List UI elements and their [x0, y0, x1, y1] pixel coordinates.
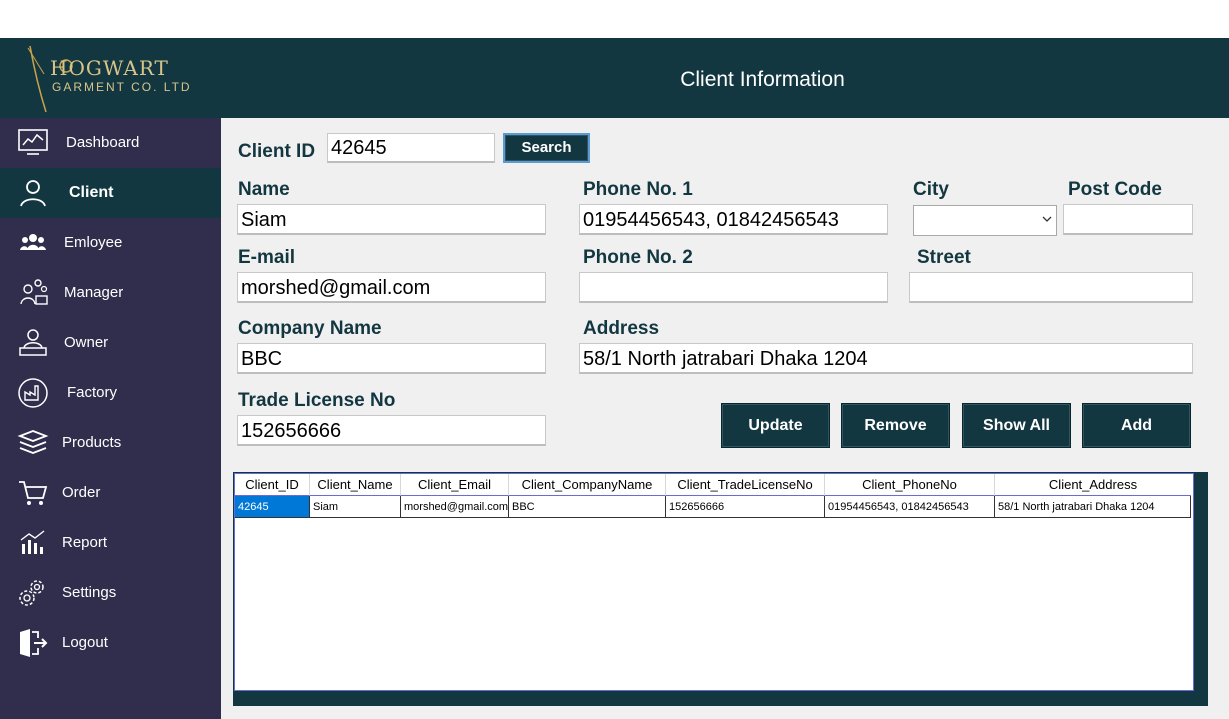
sidebar: HOGWART GARMENT CO. LTD Dashboard Client	[0, 38, 221, 719]
sidebar-item-factory[interactable]: Factory	[0, 368, 221, 418]
sidebar-item-settings[interactable]: Settings	[0, 568, 221, 618]
client-table[interactable]: Client_ID Client_Name Client_Email Clien…	[233, 472, 1208, 706]
sidebar-item-dashboard[interactable]: Dashboard	[0, 118, 221, 168]
remove-button[interactable]: Remove	[841, 403, 950, 448]
group-icon	[20, 234, 46, 250]
chevron-down-icon	[1042, 216, 1052, 222]
report-icon	[20, 530, 45, 554]
add-button[interactable]: Add	[1082, 403, 1191, 448]
client-id-label: Client ID	[238, 141, 316, 162]
products-icon	[17, 430, 49, 454]
column-header[interactable]: Client_PhoneNo	[825, 474, 995, 496]
table-cell[interactable]: BBC	[509, 496, 666, 518]
table-row[interactable]: 42645 Siam morshed@gmail.com BBC 1526566…	[235, 496, 1191, 518]
column-header[interactable]: Client_Name	[310, 474, 401, 496]
postcode-input[interactable]	[1063, 204, 1193, 235]
table-cell[interactable]: Siam	[310, 496, 401, 518]
company-logo: HOGWART GARMENT CO. LTD	[0, 38, 221, 118]
sidebar-item-label: Settings	[62, 584, 117, 601]
sidebar-item-label: Owner	[64, 334, 109, 351]
sidebar-item-products[interactable]: Products	[0, 418, 221, 468]
sidebar-item-owner[interactable]: Owner	[0, 318, 221, 368]
user-icon	[20, 180, 46, 207]
column-header[interactable]: Client_Address	[995, 474, 1191, 496]
street-input[interactable]	[909, 272, 1193, 303]
column-header[interactable]: Client_CompanyName	[509, 474, 666, 496]
table-body-area[interactable]: Client_ID Client_Name Client_Email Clien…	[234, 473, 1194, 691]
column-header[interactable]: Client_ID	[235, 474, 310, 496]
sidebar-item-label: Logout	[62, 634, 108, 651]
logo-line1: HOGWART	[50, 56, 169, 80]
table-cell[interactable]: morshed@gmail.com	[401, 496, 509, 518]
company-input[interactable]	[237, 343, 546, 374]
city-label: City	[913, 179, 949, 200]
city-select[interactable]	[913, 205, 1057, 236]
sidebar-item-order[interactable]: Order	[0, 468, 221, 518]
search-button[interactable]: Search	[503, 133, 590, 163]
table-cell[interactable]: 58/1 North jatrabari Dhaka 1204	[995, 496, 1191, 518]
sidebar-item-logout[interactable]: Logout	[0, 618, 221, 668]
column-header[interactable]: Client_Email	[401, 474, 509, 496]
sidebar-item-report[interactable]: Report	[0, 518, 221, 568]
table-cell[interactable]: 152656666	[666, 496, 825, 518]
sidebar-item-label: Manager	[64, 284, 124, 301]
app-window: HOGWART GARMENT CO. LTD Dashboard Client	[0, 38, 1229, 719]
postcode-label: Post Code	[1068, 179, 1162, 200]
trade-license-input[interactable]	[237, 415, 546, 446]
phone1-label: Phone No. 1	[583, 179, 693, 200]
cart-icon	[19, 481, 48, 505]
sidebar-item-label: Products	[62, 434, 122, 451]
phone2-input[interactable]	[579, 272, 888, 303]
address-label: Address	[583, 318, 660, 339]
logout-icon	[20, 629, 48, 657]
logo-line2: GARMENT CO. LTD	[52, 80, 192, 94]
sidebar-item-client[interactable]: Client	[0, 168, 221, 218]
manager-icon	[20, 279, 48, 305]
phone1-input[interactable]	[579, 204, 888, 235]
company-label: Company Name	[238, 318, 382, 339]
sidebar-item-label: Report	[62, 534, 108, 551]
client-id-input[interactable]	[327, 133, 495, 163]
dashboard-icon	[18, 129, 48, 155]
gear-icon	[19, 580, 44, 606]
name-label: Name	[238, 179, 290, 200]
sidebar-item-label: Order	[62, 484, 101, 501]
page-title: Client Information	[680, 68, 845, 91]
name-input[interactable]	[237, 204, 546, 235]
table-bottom-bar	[233, 691, 1208, 706]
street-label: Street	[917, 247, 971, 268]
factory-icon	[18, 378, 48, 408]
phone2-label: Phone No. 2	[583, 247, 693, 268]
sidebar-item-employee[interactable]: Emloyee	[0, 218, 221, 268]
owner-icon	[19, 329, 47, 356]
table-header-row: Client_ID Client_Name Client_Email Clien…	[235, 474, 1191, 496]
sidebar-item-manager[interactable]: Manager	[0, 268, 221, 318]
trade-license-label: Trade License No	[238, 390, 396, 411]
table-cell[interactable]: 42645	[235, 496, 310, 518]
sidebar-item-label: Factory	[67, 384, 118, 401]
update-button[interactable]: Update	[721, 403, 830, 448]
email-label: E-mail	[238, 247, 296, 268]
sidebar-item-label: Client	[69, 184, 114, 201]
sidebar-item-label: Dashboard	[66, 134, 140, 151]
show-all-button[interactable]: Show All	[962, 403, 1071, 448]
address-input[interactable]	[579, 343, 1193, 374]
sidebar-item-label: Emloyee	[64, 234, 123, 251]
header-bar: Client Information	[221, 38, 1229, 118]
column-header[interactable]: Client_TradeLicenseNo	[666, 474, 825, 496]
email-input[interactable]	[237, 272, 546, 303]
table-cell[interactable]: 01954456543, 01842456543	[825, 496, 995, 518]
